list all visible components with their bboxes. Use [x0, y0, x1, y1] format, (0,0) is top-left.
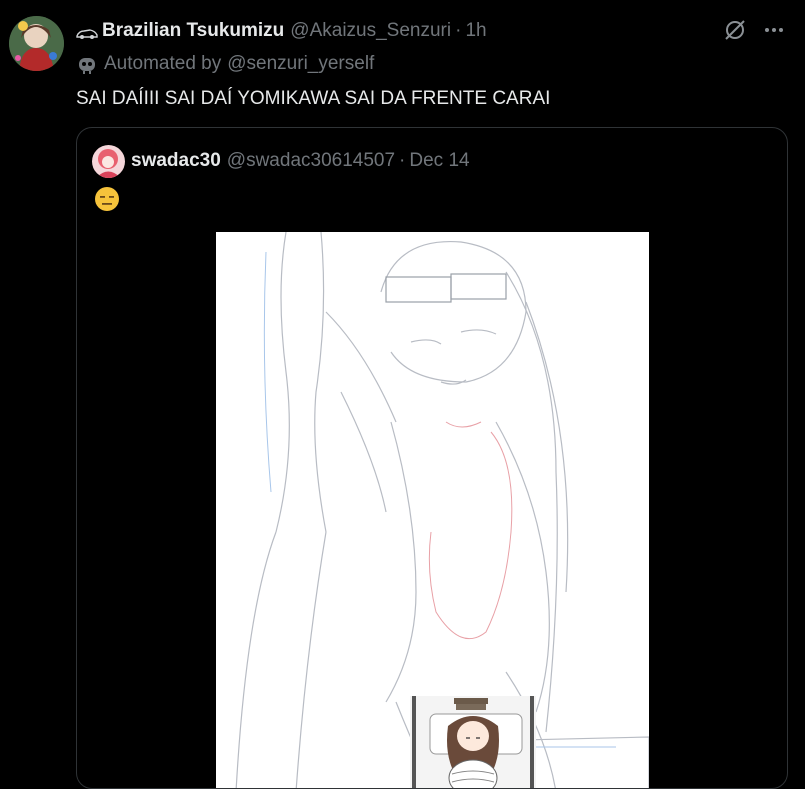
tweet-header: Brazilian Tsukumizu @Akaizus_Senzuri · 1… — [76, 18, 487, 44]
car-emoji — [76, 24, 98, 39]
quoted-tweet[interactable]: swadac30 @swadac30614507 · Dec 14 — [76, 127, 788, 789]
quoted-author-avatar[interactable] — [92, 145, 125, 178]
quoted-display-name[interactable]: swadac30 — [131, 150, 221, 172]
robot-icon — [76, 53, 98, 75]
sticker-image — [410, 696, 536, 788]
more-icon[interactable] — [763, 19, 785, 46]
automated-label: Automated by @senzuri_yerself — [76, 51, 374, 77]
quoted-separator-dot: · — [399, 150, 406, 171]
grok-icon[interactable] — [723, 18, 747, 47]
quoted-timestamp[interactable]: Dec 14 — [409, 150, 469, 172]
quoted-media-image[interactable] — [216, 231, 650, 788]
quoted-tweet-header: swadac30 @swadac30614507 · Dec 14 — [131, 148, 470, 174]
automated-by-text: Automated by — [104, 53, 222, 74]
tweet-actions-top — [723, 18, 785, 47]
author-handle[interactable]: @Akaizus_Senzuri — [290, 20, 451, 42]
author-display-name[interactable]: Brazilian Tsukumizu — [102, 20, 284, 42]
tweet-text: SAI DAÍIII SAI DAÍ YOMIKAWA SAI DA FRENT… — [76, 88, 551, 109]
tweet[interactable]: Brazilian Tsukumizu @Akaizus_Senzuri · 1… — [0, 0, 805, 789]
tweet-timestamp[interactable]: 1h — [465, 20, 486, 42]
separator-dot: · — [455, 20, 462, 41]
automated-by-account[interactable]: @senzuri_yerself — [227, 53, 374, 75]
expressionless-face-emoji — [94, 186, 120, 212]
author-avatar[interactable] — [9, 16, 64, 71]
quoted-handle[interactable]: @swadac30614507 — [227, 150, 395, 172]
